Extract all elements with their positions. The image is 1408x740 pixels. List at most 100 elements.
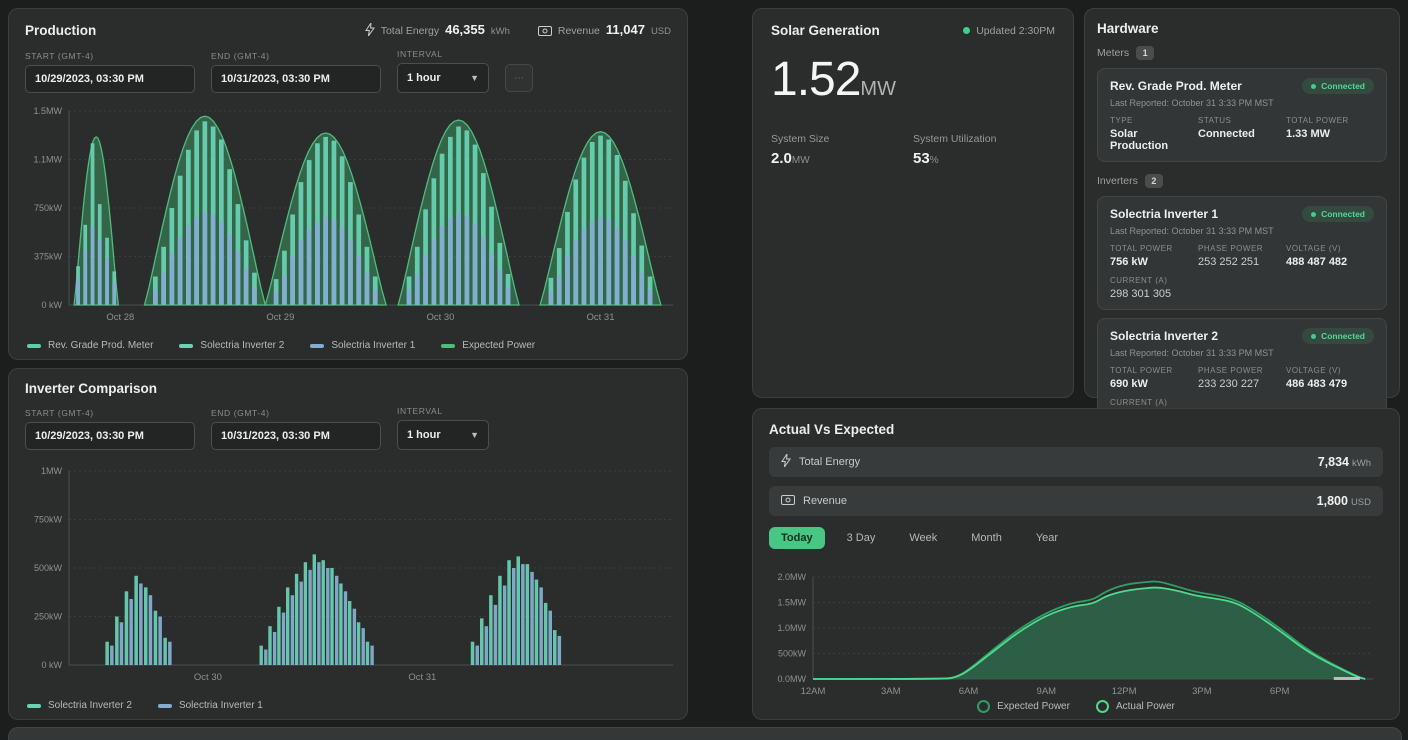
status-dot-icon — [1311, 212, 1316, 217]
svg-text:3AM: 3AM — [881, 686, 901, 697]
legend-item: Solectria Inverter 1 — [158, 700, 263, 711]
next-panel-top-edge — [8, 727, 1402, 740]
expected-series-swatch — [441, 344, 455, 348]
inverter1-series-swatch — [310, 344, 324, 348]
end-datetime-input[interactable] — [211, 65, 381, 93]
actual-vs-expected-title: Actual Vs Expected — [753, 409, 1399, 437]
meter-name: Rev. Grade Prod. Meter — [1110, 79, 1242, 93]
legend-item: Expected Power — [441, 340, 535, 351]
inverter-comparison-panel: Inverter Comparison START (GMT-4) END (G… — [8, 368, 688, 720]
current-time-marker — [1334, 677, 1360, 680]
svg-text:0 kW: 0 kW — [41, 660, 62, 670]
meters-section-header: Meters 1 — [1097, 46, 1387, 60]
legend-item: Expected Power — [977, 700, 1070, 713]
tab-year[interactable]: Year — [1024, 527, 1070, 549]
inverter-total-power: TOTAL POWER756 kW — [1110, 244, 1198, 268]
tab-week[interactable]: Week — [897, 527, 949, 549]
inverters-section-header: Inverters 2 — [1097, 174, 1387, 188]
tab-3-day[interactable]: 3 Day — [835, 527, 888, 549]
inverter-comparison-legend: Solectria Inverter 2 Solectria Inverter … — [27, 700, 263, 711]
production-chart: 1.5MW1.1MW750kW375kW0 kWOct 28Oct 29Oct … — [13, 101, 683, 333]
production-panel: Production Total Energy 46,355 kWh Reven… — [8, 8, 688, 360]
total-energy-row: Total Energy 7,834kWh — [769, 447, 1383, 477]
end-label: END (GMT-4) — [211, 51, 381, 61]
svg-text:1MW: 1MW — [41, 466, 63, 476]
status-dot-icon — [963, 27, 970, 34]
svg-text:500kW: 500kW — [778, 649, 807, 659]
connected-badge: Connected — [1302, 78, 1374, 94]
interval-select[interactable]: 1 hour ▼ — [397, 63, 489, 93]
svg-text:0 kW: 0 kW — [41, 300, 62, 310]
svg-text:1.5MW: 1.5MW — [777, 598, 806, 608]
banknote-icon — [781, 495, 795, 508]
inverter-card[interactable]: Solectria Inverter 1 Connected Last Repo… — [1097, 196, 1387, 310]
tab-month[interactable]: Month — [959, 527, 1014, 549]
inverter-current: CURRENT (A)298 301 305 — [1110, 276, 1374, 300]
inverter-voltage: VOLTAGE (V)486 483 479 — [1286, 366, 1374, 390]
meter-card[interactable]: Rev. Grade Prod. Meter Connected Last Re… — [1097, 68, 1387, 162]
inverters-count-badge: 2 — [1145, 174, 1163, 188]
svg-text:1.1MW: 1.1MW — [33, 155, 62, 165]
svg-text:12AM: 12AM — [801, 686, 826, 697]
svg-text:Oct 31: Oct 31 — [408, 672, 436, 683]
svg-text:6AM: 6AM — [959, 686, 979, 697]
system-size-stat: System Size 2.0MW — [771, 133, 913, 167]
connected-badge: Connected — [1302, 328, 1374, 344]
svg-text:2.0MW: 2.0MW — [777, 572, 806, 582]
svg-text:Oct 29: Oct 29 — [266, 312, 294, 323]
tab-today[interactable]: Today — [769, 527, 825, 549]
production-title: Production — [25, 23, 96, 38]
svg-text:Oct 30: Oct 30 — [426, 312, 454, 323]
end-datetime-input[interactable] — [211, 422, 381, 450]
svg-text:1.0MW: 1.0MW — [777, 623, 806, 633]
svg-text:Oct 31: Oct 31 — [587, 312, 615, 323]
interval-label: INTERVAL — [397, 406, 489, 416]
inverter2-series-swatch — [179, 344, 193, 348]
svg-text:250kW: 250kW — [34, 612, 63, 622]
svg-text:Oct 28: Oct 28 — [106, 312, 134, 323]
connected-badge: Connected — [1302, 206, 1374, 222]
legend-item: Solectria Inverter 2 — [179, 340, 284, 351]
svg-text:6PM: 6PM — [1270, 686, 1290, 697]
hardware-panel: Hardware Meters 1 Rev. Grade Prod. Meter… — [1084, 8, 1400, 398]
last-reported: Last Reported: October 31 3:33 PM MST — [1110, 226, 1374, 236]
meter-type: TYPESolar Production — [1110, 116, 1198, 152]
svg-text:12PM: 12PM — [1112, 686, 1137, 697]
total-energy-stat: Total Energy 46,355 kWh — [365, 21, 510, 39]
start-datetime-input[interactable] — [25, 65, 195, 93]
end-label: END (GMT-4) — [211, 408, 381, 418]
actual-vs-expected-panel: Actual Vs Expected Total Energy 7,834kWh… — [752, 408, 1400, 720]
inverter-comparison-chart: 1MW750kW500kW250kW0 kWOct 30Oct 31 — [13, 461, 683, 693]
inverter1-series-swatch — [158, 704, 172, 708]
legend-item: Solectria Inverter 2 — [27, 700, 132, 711]
svg-text:500kW: 500kW — [34, 563, 63, 573]
meters-count-badge: 1 — [1136, 46, 1154, 60]
inverter-name: Solectria Inverter 2 — [1110, 329, 1218, 343]
start-datetime-input[interactable] — [25, 422, 195, 450]
legend-item: Actual Power — [1096, 700, 1175, 713]
revenue-stat: Revenue 11,047 USD — [538, 21, 671, 39]
updated-status: Updated 2:30PM — [963, 25, 1055, 37]
system-utilization-stat: System Utilization 53% — [913, 133, 1055, 167]
svg-text:1.5MW: 1.5MW — [33, 106, 62, 116]
interval-select[interactable]: 1 hour ▼ — [397, 420, 489, 450]
inverter-voltage: VOLTAGE (V)488 487 482 — [1286, 244, 1374, 268]
inverter-phase-power: PHASE POWER253 252 251 — [1198, 244, 1286, 268]
bolt-icon — [781, 454, 791, 470]
expected-power-swatch — [977, 700, 990, 713]
hardware-title: Hardware — [1097, 21, 1387, 36]
chart-options-button[interactable]: ⋯ — [505, 64, 533, 92]
bolt-icon — [365, 23, 375, 41]
production-legend: Rev. Grade Prod. Meter Solectria Inverte… — [27, 340, 535, 351]
svg-text:3PM: 3PM — [1192, 686, 1212, 697]
meter-series-swatch — [27, 344, 41, 348]
legend-item: Solectria Inverter 1 — [310, 340, 415, 351]
interval-label: INTERVAL — [397, 49, 489, 59]
meter-status: STATUSConnected — [1198, 116, 1286, 152]
meter-total-power: TOTAL POWER1.33 MW — [1286, 116, 1374, 152]
inverter-total-power: TOTAL POWER690 kW — [1110, 366, 1198, 390]
legend-item: Rev. Grade Prod. Meter — [27, 340, 153, 351]
inverter2-series-swatch — [27, 704, 41, 708]
inverter-name: Solectria Inverter 1 — [1110, 207, 1218, 221]
start-label: START (GMT-4) — [25, 408, 195, 418]
